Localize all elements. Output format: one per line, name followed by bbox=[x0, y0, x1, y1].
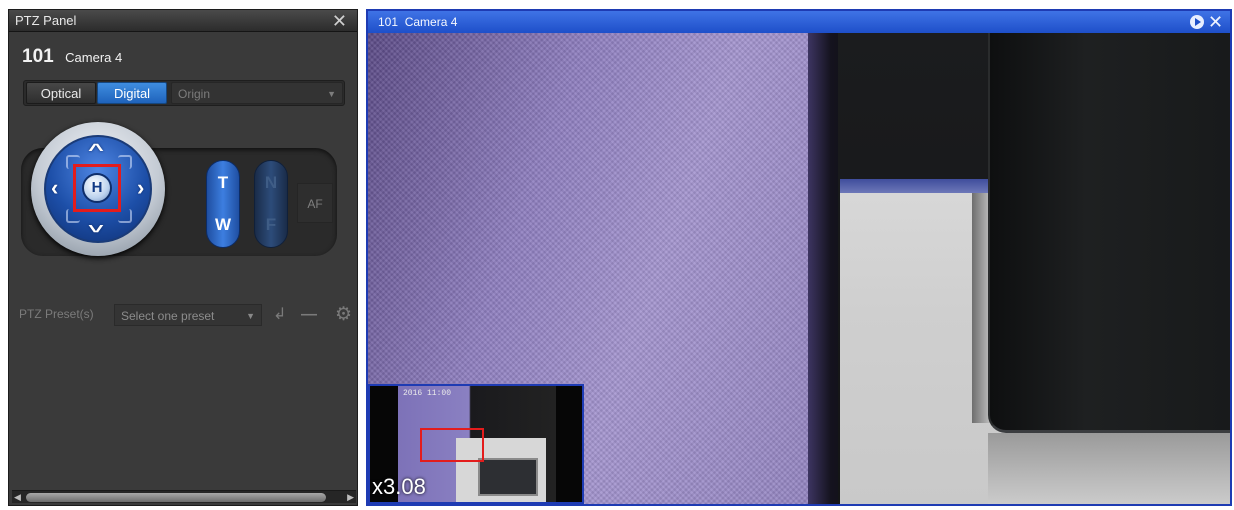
origin-dropdown[interactable]: Origin ▼ bbox=[171, 82, 343, 104]
horizontal-scrollbar[interactable]: ◀ ▶ bbox=[12, 490, 356, 503]
black-device bbox=[988, 33, 1230, 433]
up-arrow-icon[interactable]: ^ bbox=[88, 140, 104, 160]
overview-minimap[interactable]: 2016 11:00 x3.08 bbox=[368, 384, 584, 504]
remove-preset-icon[interactable]: — bbox=[301, 304, 317, 326]
preset-dropdown-value: Select one preset bbox=[121, 309, 215, 323]
direction-dial: ^ ^ ‹ › H bbox=[31, 122, 165, 256]
camera-id: 101 bbox=[22, 46, 54, 67]
preset-label: PTZ Preset(s) bbox=[19, 307, 94, 321]
focus-near-button[interactable]: N bbox=[255, 173, 287, 193]
camera-name: Camera 4 bbox=[65, 50, 123, 65]
play-record-icon[interactable] bbox=[1190, 15, 1204, 29]
device-base bbox=[988, 433, 1230, 504]
digital-zoom-level: x3.08 bbox=[372, 474, 426, 499]
scroll-left-icon[interactable]: ◀ bbox=[14, 491, 21, 504]
zoom-wide-button[interactable]: W bbox=[207, 215, 239, 235]
direction-dial-inner: ^ ^ ‹ › H bbox=[44, 135, 152, 243]
gear-icon[interactable]: ⚙ bbox=[335, 304, 352, 326]
minimap-monitor bbox=[478, 458, 538, 496]
preset-row: PTZ Preset(s) Select one preset ▼ ↲ — ⚙ bbox=[19, 304, 355, 328]
down-arrow-icon[interactable]: ^ bbox=[88, 216, 104, 236]
camera-header: 101 Camera 4 bbox=[22, 46, 122, 68]
home-highlight-box: H bbox=[73, 164, 121, 212]
live-video-feed[interactable]: 2016 11:00 x3.08 bbox=[368, 33, 1230, 504]
zoom-tele-wide-control[interactable]: T W bbox=[206, 160, 240, 248]
app-root: PTZ Panel ✕ 101 Camera 4 Optical Digital… bbox=[0, 0, 1234, 510]
ptz-close-icon[interactable]: ✕ bbox=[332, 11, 347, 31]
chevron-down-icon: ▼ bbox=[246, 311, 255, 321]
origin-dropdown-value: Origin bbox=[178, 87, 211, 101]
zoom-tele-button[interactable]: T bbox=[207, 173, 239, 193]
zoom-region-box[interactable] bbox=[420, 428, 484, 462]
minimap-timestamp: 2016 11:00 bbox=[403, 389, 452, 398]
call-preset-icon[interactable]: ↲ bbox=[273, 304, 286, 326]
scroll-right-icon[interactable]: ▶ bbox=[347, 491, 354, 504]
autofocus-button[interactable]: AF bbox=[297, 183, 333, 223]
digital-zoom-button[interactable]: Digital bbox=[97, 82, 167, 104]
box-edge bbox=[840, 179, 988, 193]
home-button[interactable]: H bbox=[82, 173, 112, 203]
ptz-panel-titlebar: PTZ Panel ✕ bbox=[9, 10, 357, 32]
focus-far-button[interactable]: F bbox=[255, 215, 287, 235]
video-pane: 101 Camera 4 ✕ 2016 11:00 x3.08 bbox=[366, 9, 1232, 506]
right-arrow-icon[interactable]: › bbox=[137, 175, 144, 201]
scrollbar-thumb[interactable] bbox=[26, 493, 326, 502]
home-icon: H bbox=[91, 179, 103, 196]
focus-near-far-control[interactable]: N F bbox=[254, 160, 288, 248]
optical-zoom-button[interactable]: Optical bbox=[26, 82, 96, 104]
left-arrow-icon[interactable]: ‹ bbox=[51, 175, 58, 201]
chevron-down-icon: ▼ bbox=[327, 89, 336, 99]
zoom-mode-bar: Optical Digital Origin ▼ bbox=[23, 80, 345, 106]
video-close-icon[interactable]: ✕ bbox=[1208, 13, 1223, 31]
ptz-panel-title: PTZ Panel bbox=[15, 13, 77, 28]
video-title: 101 Camera 4 bbox=[378, 15, 458, 29]
ptz-panel: PTZ Panel ✕ 101 Camera 4 Optical Digital… bbox=[8, 9, 358, 506]
preset-dropdown[interactable]: Select one preset ▼ bbox=[114, 304, 262, 326]
video-titlebar: 101 Camera 4 ✕ bbox=[368, 11, 1230, 33]
